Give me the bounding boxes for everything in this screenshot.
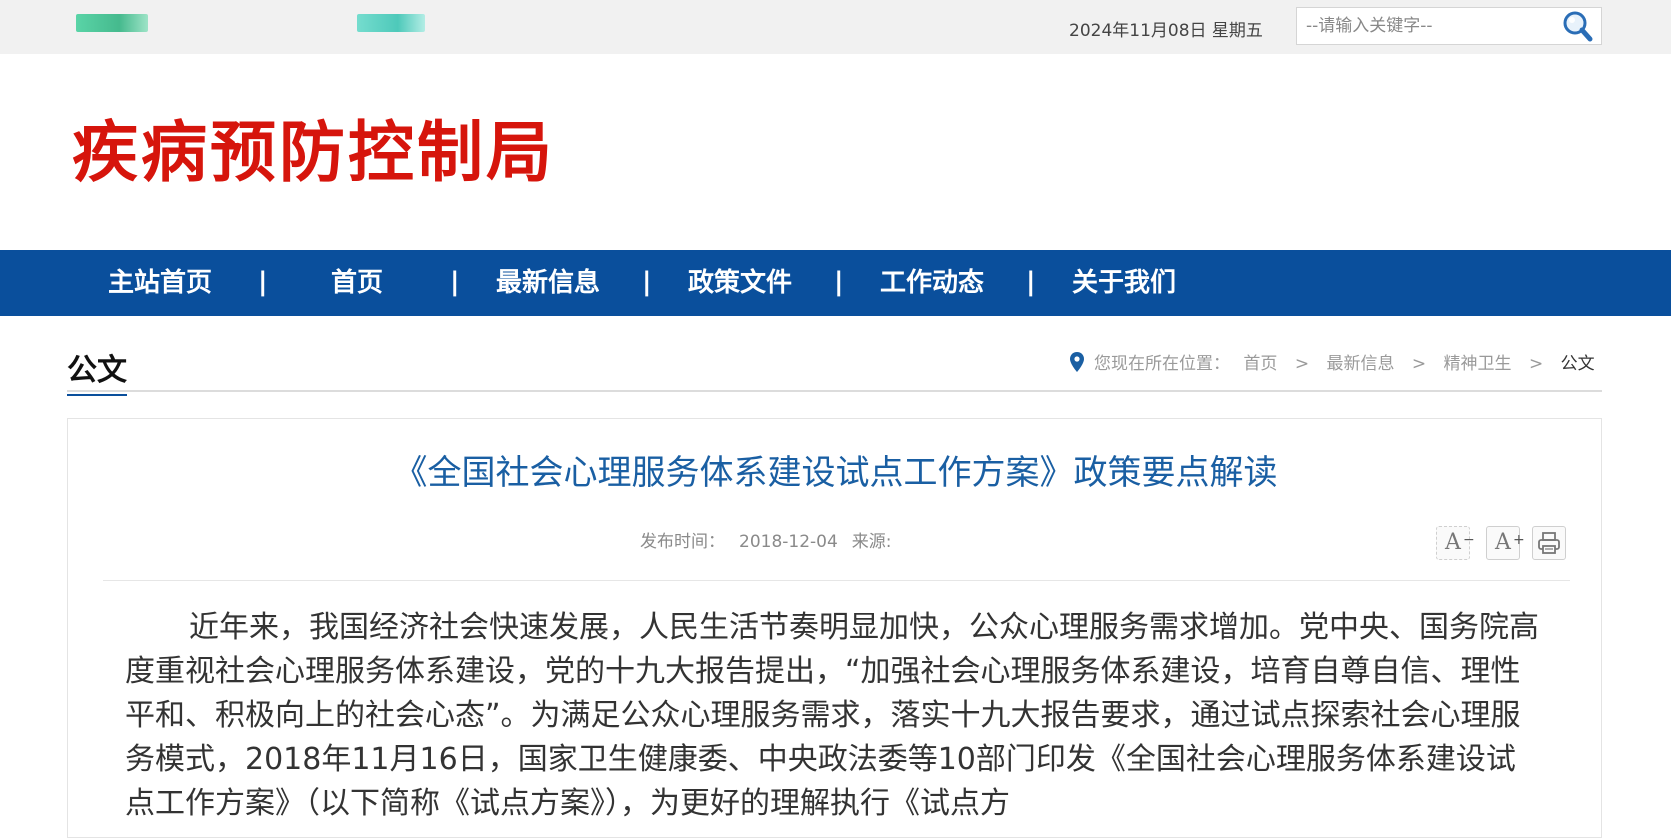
publish-date: 2018-12-04: [739, 532, 838, 552]
nav-item-about-us[interactable]: 关于我们: [1072, 250, 1176, 316]
publish-label: 发布时间：: [640, 532, 725, 552]
article-body: 近年来，我国经济社会快速发展，人民生活节奏明显加快，公众心理服务需求增加。党中央…: [125, 610, 1539, 821]
print-button[interactable]: [1532, 526, 1566, 560]
nav-separator: |: [834, 267, 844, 297]
magnifier-icon: [1563, 11, 1593, 42]
search-input[interactable]: [1297, 8, 1556, 44]
breadcrumb-item-latest-news[interactable]: 最新信息: [1326, 354, 1394, 374]
source-label: 来源:: [851, 532, 892, 552]
nav-item-home[interactable]: 首页: [331, 250, 383, 316]
nav-separator: |: [642, 267, 652, 297]
location-pin-icon: [1070, 352, 1084, 379]
breadcrumb-separator: >: [1294, 354, 1310, 374]
partner-logo-left[interactable]: [76, 14, 148, 32]
breadcrumb-item-mental-health[interactable]: 精神卫生: [1444, 354, 1512, 374]
nav-separator: |: [1026, 267, 1036, 297]
breadcrumb-separator: >: [1411, 354, 1427, 374]
main-nav: 主站首页 | 首页 | 最新信息 | 政策文件 | 工作动态 | 关于我们: [0, 250, 1671, 316]
font-smaller-icon: A −: [1445, 530, 1475, 555]
nav-item-latest-news[interactable]: 最新信息: [496, 250, 600, 316]
font-larger-icon: A +: [1495, 530, 1525, 555]
font-larger-button[interactable]: A +: [1486, 526, 1525, 560]
nav-item-main-home[interactable]: 主站首页: [108, 250, 212, 316]
nav-item-work-updates[interactable]: 工作动态: [880, 250, 984, 316]
search-button[interactable]: [1555, 8, 1601, 44]
nav-item-policy-documents[interactable]: 政策文件: [688, 250, 792, 316]
search-box: [1296, 7, 1602, 45]
nav-separator: |: [258, 267, 268, 297]
breadcrumb-item-current: 公文: [1560, 354, 1595, 374]
printer-icon: [1538, 532, 1560, 554]
article-meta: 发布时间： 2018-12-04 来源:: [640, 527, 906, 552]
site-title: 疾病预防控制局: [72, 113, 555, 191]
breadcrumb-item-home[interactable]: 首页: [1243, 354, 1277, 374]
article-title: 《全国社会心理服务体系建设试点工作方案》政策要点解读: [393, 453, 1278, 493]
top-bar: 2024年11月08日 星期五: [0, 0, 1671, 54]
current-date: 2024年11月08日 星期五: [1069, 21, 1263, 41]
breadcrumb-separator: >: [1528, 354, 1544, 374]
partner-logo-right[interactable]: [357, 14, 425, 32]
section-divider: [67, 390, 1602, 392]
nav-separator: |: [450, 267, 460, 297]
breadcrumb: 您现在所在位置： 首页 > 最新信息 > 精神卫生 > 公文: [1070, 352, 1595, 379]
article-header-divider: [103, 580, 1570, 581]
font-smaller-button[interactable]: A −: [1436, 526, 1475, 560]
breadcrumb-prefix: 您现在所在位置：: [1094, 354, 1230, 374]
